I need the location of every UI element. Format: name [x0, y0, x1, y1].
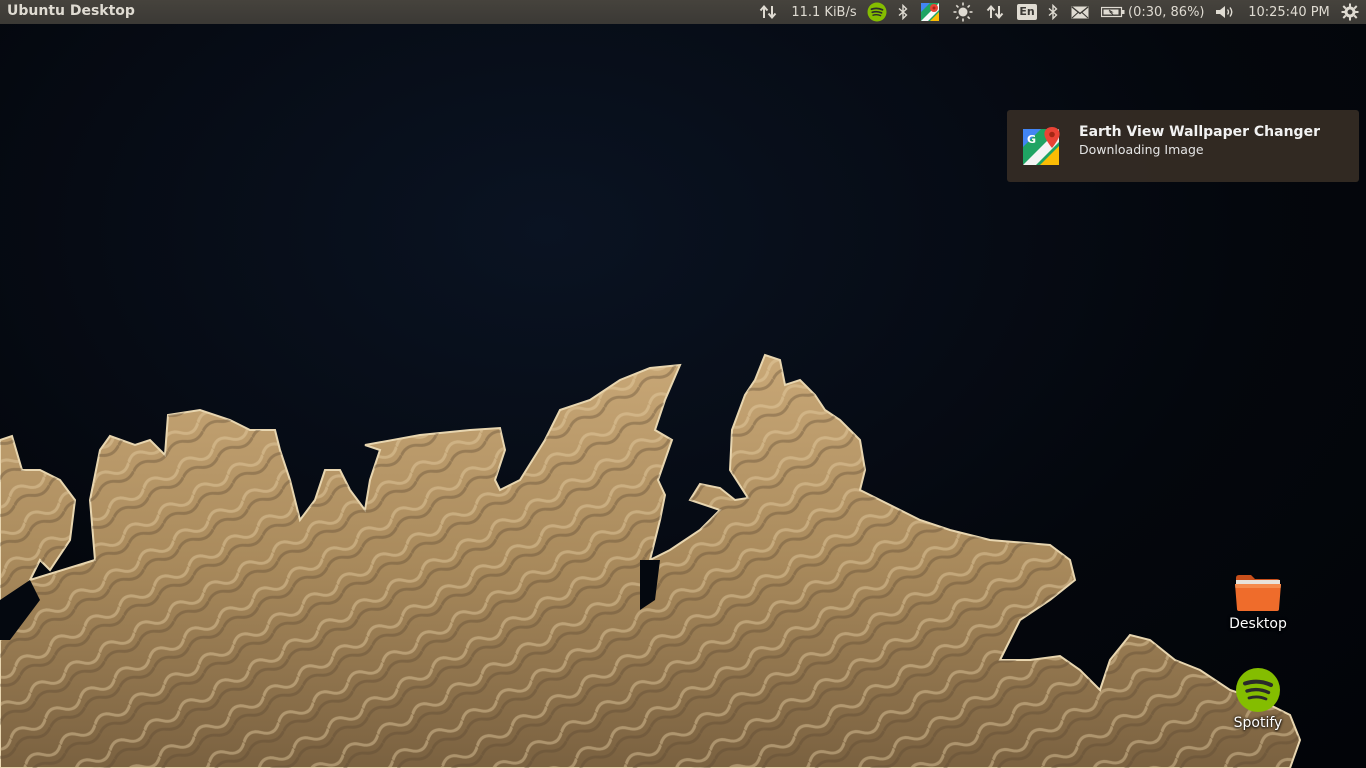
volume-icon[interactable] [1213, 0, 1237, 24]
keyboard-layout-text: En [1017, 4, 1037, 20]
battery-icon [1101, 6, 1125, 18]
bluetooth-icon-2[interactable] [1045, 0, 1061, 24]
desktop-folder-label: Desktop [1229, 616, 1287, 632]
power-gear-icon[interactable] [1339, 0, 1361, 24]
notification-body: Downloading Image [1079, 142, 1204, 157]
desktop-folder[interactable]: Desktop [1213, 572, 1303, 632]
svg-text:G: G [1027, 133, 1036, 146]
spotify-tray-icon[interactable] [866, 0, 888, 24]
google-maps-icon: G [1023, 127, 1060, 165]
notification-title: Earth View Wallpaper Changer [1079, 124, 1320, 140]
top-panel: Ubuntu Desktop 11.1 KiB/s En (0:30, 86%)… [0, 0, 1366, 24]
spotify-icon [1236, 668, 1280, 712]
clock-indicator[interactable]: 10:25:40 PM [1246, 0, 1332, 24]
window-title: Ubuntu Desktop [7, 3, 135, 19]
bluetooth-icon[interactable] [895, 0, 911, 24]
net-speed-text: 11.1 KiB/s [791, 4, 857, 20]
network-transfer-icon[interactable] [984, 0, 1006, 24]
net-speed-indicator[interactable]: 11.1 KiB/s [789, 0, 859, 24]
battery-text: (0:30, 86%) [1128, 4, 1205, 20]
keyboard-layout-indicator[interactable]: En [1016, 0, 1038, 24]
folder-icon [1235, 575, 1281, 611]
desktop-spotify[interactable]: Spotify [1213, 667, 1303, 731]
google-maps-tray-icon[interactable] [919, 0, 941, 24]
battery-indicator[interactable]: (0:30, 86%) [1101, 0, 1207, 24]
mail-icon[interactable] [1069, 0, 1091, 24]
desktop-spotify-label: Spotify [1233, 715, 1283, 731]
clock-text: 10:25:40 PM [1248, 4, 1330, 20]
network-arrows-icon[interactable] [757, 0, 779, 24]
brightness-icon[interactable] [952, 0, 974, 24]
notification-bubble: G Earth View Wallpaper Changer Downloadi… [1007, 110, 1359, 182]
